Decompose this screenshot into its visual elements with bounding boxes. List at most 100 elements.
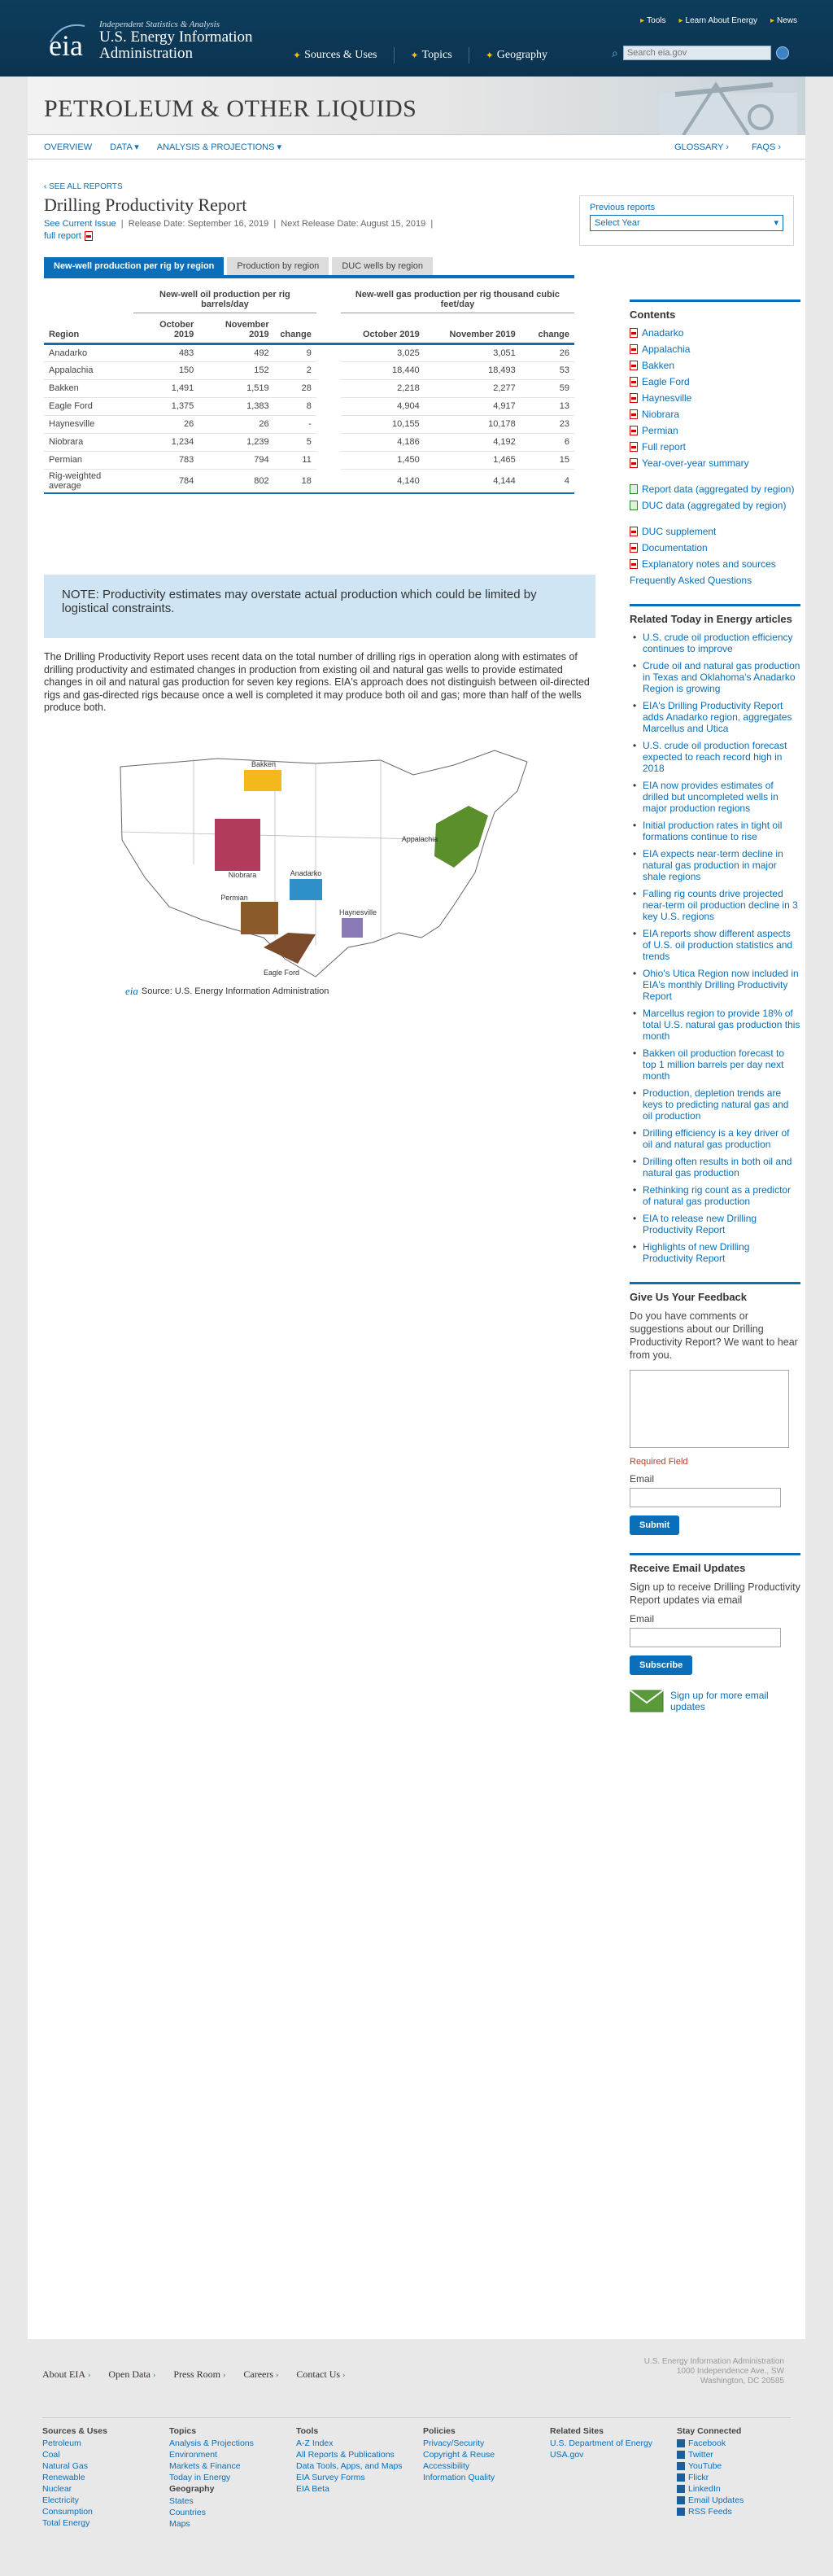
footer-link[interactable]: Data Tools, Apps, and Maps — [296, 2460, 423, 2472]
nav-sources-uses[interactable]: ✦ Sources & Uses — [293, 47, 377, 63]
contents-link[interactable]: Year-over-year summary — [630, 457, 800, 469]
contents-link[interactable]: Anadarko — [630, 327, 800, 339]
see-all-reports-link[interactable]: ‹ SEE ALL REPORTS — [44, 182, 565, 191]
social-link[interactable]: Email Updates — [677, 2495, 804, 2506]
glossary-link[interactable]: GLOSSARY › — [674, 142, 729, 152]
contents-link[interactable]: Frequently Asked Questions — [630, 575, 800, 586]
footer-link[interactable]: Privacy/Security — [423, 2438, 550, 2449]
footer-link[interactable]: Coal — [42, 2449, 169, 2460]
see-current-issue-link[interactable]: See Current Issue — [44, 219, 116, 229]
footer-link[interactable]: Total Energy — [42, 2517, 169, 2529]
social-link[interactable]: Twitter — [677, 2449, 804, 2460]
nav-geography[interactable]: ✦ Geography — [486, 47, 547, 63]
footer-link[interactable]: Maps — [169, 2518, 296, 2530]
contents-link[interactable]: Bakken — [630, 360, 800, 371]
footer-top-link[interactable]: Open Data › — [108, 2368, 155, 2381]
footer-link[interactable]: Consumption — [42, 2506, 169, 2517]
footer-top-link[interactable]: Careers › — [243, 2368, 278, 2381]
social-link[interactable]: LinkedIn — [677, 2483, 804, 2495]
contents-link[interactable]: Explanatory notes and sources — [630, 558, 800, 570]
submit-button[interactable]: Submit — [630, 1515, 680, 1535]
footer-link[interactable]: Petroleum — [42, 2438, 169, 2449]
contents-link[interactable]: DUC supplement — [630, 526, 800, 537]
subnav-analysis[interactable]: ANALYSIS & PROJECTIONS ▾ — [157, 142, 281, 152]
feedback-textarea[interactable] — [630, 1370, 789, 1448]
subnav-data[interactable]: DATA ▾ — [110, 142, 139, 152]
related-article-link[interactable]: Drilling often results in both oil and n… — [630, 1156, 800, 1179]
feedback-email-field[interactable] — [630, 1488, 781, 1507]
faqs-link[interactable]: FAQS › — [752, 142, 781, 152]
related-article-link[interactable]: Ohio's Utica Region now included in EIA'… — [630, 968, 800, 1002]
footer-link[interactable]: Electricity — [42, 2495, 169, 2506]
footer-link[interactable]: Today in Energy — [169, 2472, 296, 2483]
related-article-link[interactable]: Highlights of new Drilling Productivity … — [630, 1241, 800, 1264]
social-icon — [677, 2451, 685, 2459]
footer-top-link[interactable]: Press Room › — [173, 2368, 225, 2381]
related-article-link[interactable]: Rethinking rig count as a predictor of n… — [630, 1184, 800, 1207]
related-article-link[interactable]: EIA now provides estimates of drilled bu… — [630, 780, 800, 814]
footer-link[interactable]: All Reports & Publications — [296, 2449, 423, 2460]
social-link[interactable]: Facebook — [677, 2438, 804, 2449]
subscribe-button[interactable]: Subscribe — [630, 1655, 693, 1675]
footer-link[interactable]: Information Quality — [423, 2472, 550, 2483]
social-link[interactable]: RSS Feeds — [677, 2506, 804, 2517]
footer-link[interactable]: Markets & Finance — [169, 2460, 296, 2472]
tab-new-well-production[interactable]: New-well production per rig by region — [44, 257, 225, 275]
footer-top-link[interactable]: Contact Us › — [296, 2368, 345, 2381]
related-article-link[interactable]: Production, depletion trends are keys to… — [630, 1087, 800, 1122]
related-article-link[interactable]: EIA's Drilling Productivity Report adds … — [630, 700, 800, 734]
related-article-link[interactable]: EIA reports show different aspects of U.… — [630, 928, 800, 962]
footer-link[interactable]: A-Z Index — [296, 2438, 423, 2449]
footer-link[interactable]: Countries — [169, 2507, 296, 2518]
footer-link[interactable]: EIA Survey Forms — [296, 2472, 423, 2483]
contents-link[interactable]: Documentation — [630, 542, 800, 553]
footer-link[interactable]: USA.gov — [550, 2449, 677, 2460]
subnav-overview[interactable]: OVERVIEW — [44, 142, 92, 152]
related-article-link[interactable]: EIA to release new Drilling Productivity… — [630, 1213, 800, 1236]
contents-link[interactable]: Appalachia — [630, 343, 800, 355]
learn-link[interactable]: ▸ Learn About Energy — [679, 16, 757, 25]
updates-email-field[interactable] — [630, 1628, 781, 1647]
contents-link[interactable]: Eagle Ford — [630, 376, 800, 387]
social-link[interactable]: YouTube — [677, 2460, 804, 2472]
related-article-link[interactable]: U.S. crude oil production forecast expec… — [630, 740, 800, 774]
full-report-link[interactable]: full report — [44, 231, 565, 242]
contents-link[interactable]: Haynesville — [630, 392, 800, 404]
search-submit-button[interactable] — [775, 46, 789, 59]
related-article-link[interactable]: Initial production rates in tight oil fo… — [630, 820, 800, 842]
related-article-link[interactable]: U.S. crude oil production efficiency con… — [630, 632, 800, 654]
footer-link[interactable]: Environment — [169, 2449, 296, 2460]
footer-link[interactable]: States — [169, 2495, 296, 2507]
social-link[interactable]: Flickr — [677, 2472, 804, 2483]
contents-link[interactable]: Report data (aggregated by region) — [630, 483, 800, 495]
footer-top-link[interactable]: About EIA › — [42, 2368, 90, 2381]
contents-link[interactable]: Niobrara — [630, 409, 800, 420]
footer-link[interactable]: Natural Gas — [42, 2460, 169, 2472]
tab-production-by-region[interactable]: Production by region — [227, 257, 329, 275]
signup-more-link[interactable]: Sign up for more email updates — [630, 1690, 800, 1712]
eia-logo[interactable]: eia — [46, 18, 104, 63]
footer-link[interactable]: Analysis & Projections — [169, 2438, 296, 2449]
footer-link[interactable]: U.S. Department of Energy — [550, 2438, 677, 2449]
related-article-link[interactable]: Crude oil and natural gas production in … — [630, 660, 800, 694]
contents-link[interactable]: Full report — [630, 441, 800, 453]
footer-link[interactable]: EIA Beta — [296, 2483, 423, 2495]
contents-link[interactable]: DUC data (aggregated by region) — [630, 500, 800, 511]
related-article-link[interactable]: EIA expects near-term decline in natural… — [630, 848, 800, 882]
tab-duc-wells[interactable]: DUC wells by region — [332, 257, 433, 275]
footer-link[interactable]: Copyright & Reuse — [423, 2449, 550, 2460]
news-link[interactable]: ▸ News — [770, 16, 797, 25]
footer-link[interactable]: Renewable — [42, 2472, 169, 2483]
related-article-link[interactable]: Bakken oil production forecast to top 1 … — [630, 1047, 800, 1082]
year-select[interactable]: Select Year — [590, 215, 783, 231]
search-input[interactable] — [622, 46, 771, 60]
org-name: Independent Statistics & Analysis U.S. E… — [99, 20, 253, 62]
footer-link[interactable]: Nuclear — [42, 2483, 169, 2495]
related-article-link[interactable]: Drilling efficiency is a key driver of o… — [630, 1127, 800, 1150]
nav-topics[interactable]: ✦ Topics — [411, 47, 452, 63]
related-article-link[interactable]: Marcellus region to provide 18% of total… — [630, 1008, 800, 1042]
contents-link[interactable]: Permian — [630, 425, 800, 436]
footer-link[interactable]: Accessibility — [423, 2460, 550, 2472]
tools-link[interactable]: ▸ Tools — [640, 16, 665, 25]
related-article-link[interactable]: Falling rig counts drive projected near-… — [630, 888, 800, 922]
